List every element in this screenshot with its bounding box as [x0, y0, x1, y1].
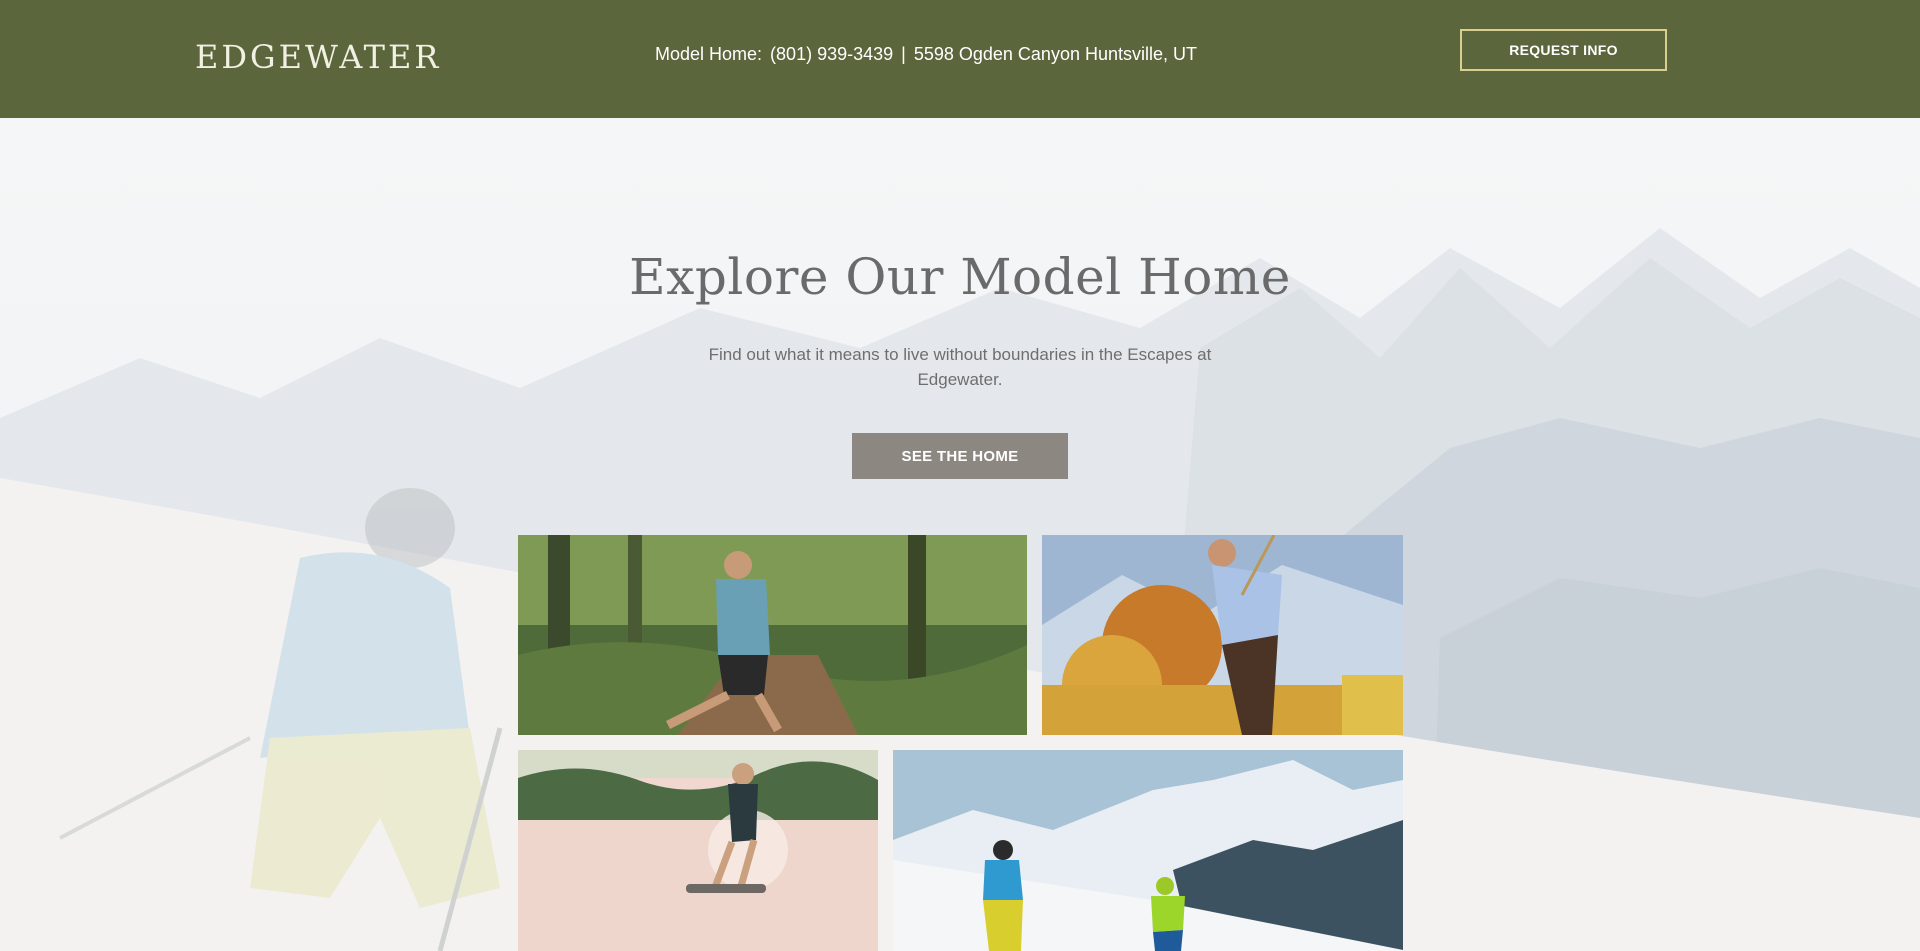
golf-swing-photo — [1042, 535, 1403, 735]
contact-info: Model Home: (801) 939-3439 | 5598 Ogden Can… — [655, 44, 1197, 65]
model-home-label: Model Home: — [655, 44, 763, 64]
trail-hiking-photo — [518, 535, 1027, 735]
address: 5598 Ogden Canyon Huntsville, UT — [913, 44, 1197, 64]
site-header: EDGEWATER Model Home: (801) 939-3439 | 5598… — [0, 0, 1920, 118]
skiing-photo — [893, 750, 1403, 951]
hero-title: Explore Our Model Home — [629, 248, 1291, 306]
see-the-home-button[interactable]: SEE THE HOME — [852, 433, 1068, 479]
request-info-button[interactable]: REQUEST INFO — [1460, 29, 1667, 71]
phone-link[interactable]: (801) 939-3439 — [770, 44, 893, 64]
logo[interactable]: EDGEWATER — [195, 38, 441, 76]
hero-subtitle: Find out what it means to live without b… — [708, 345, 1212, 389]
separator: | — [901, 44, 906, 64]
hero-section: Explore Our Model Home Find out what it … — [0, 118, 1920, 951]
wakeboarding-photo — [518, 750, 878, 951]
